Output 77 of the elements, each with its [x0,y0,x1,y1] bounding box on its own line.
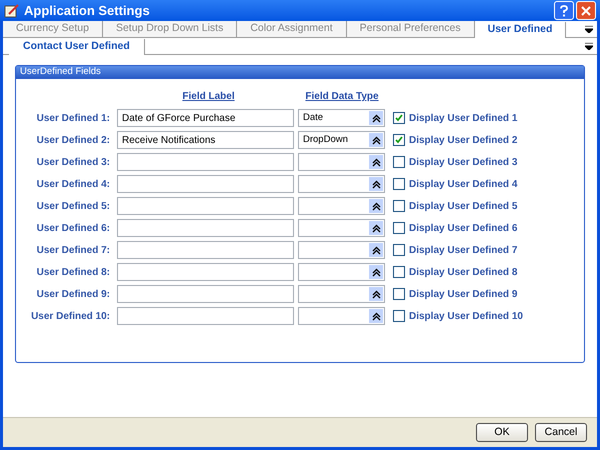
field-label: User Defined 2: [36,134,110,148]
dropdown-caret-icon [372,158,380,166]
dropdown[interactable] [298,307,385,325]
checkbox[interactable] [393,156,405,168]
input-field[interactable] [117,263,294,281]
dropdown-caret-icon [372,290,380,298]
field-label: User Defined 1: [36,112,110,126]
dropdown[interactable] [298,175,385,193]
checkbox[interactable] [393,112,405,124]
dropdown-caret-icon [372,246,380,254]
dropdown[interactable]: DropDown [298,131,385,149]
dropdown[interactable] [298,219,385,237]
checkbox[interactable] [393,178,405,190]
checkbox-label: Display User Defined 2 [409,134,518,148]
field-label: User Defined 6: [36,222,110,236]
scroll-caret-icon [585,43,593,50]
checkbox-label: Display User Defined 7 [409,244,518,258]
input-field[interactable]: Date of GForce Purchase [117,109,294,127]
checkbox[interactable] [393,134,405,146]
close-icon [581,6,591,16]
checkbox-label: Display User Defined 10 [409,310,523,324]
field-label: User Defined 7: [36,244,110,258]
input-field[interactable] [117,219,294,237]
dropdown-caret-icon [372,224,380,232]
checkbox-label: Display User Defined 9 [409,288,518,302]
field-label: User Defined 5: [36,200,110,214]
checkbox[interactable] [393,288,405,300]
window-title: Application Settings [24,2,151,20]
checkbox-label: Display User Defined 5 [409,200,518,214]
dropdown[interactable]: Date [298,109,385,127]
field-label: User Defined 8: [36,266,110,280]
checkmark-icon [395,136,403,144]
dropdown[interactable] [298,263,385,281]
checkbox-label: Display User Defined 8 [409,266,518,280]
dropdown[interactable] [298,285,385,303]
input-field[interactable]: Receive Notifications [117,131,294,149]
input-field[interactable] [117,307,294,325]
close-button[interactable] [576,1,596,20]
dialog-button[interactable]: OK [476,423,528,442]
checkbox[interactable] [393,222,405,234]
dropdown-caret-icon [372,312,380,320]
dropdown[interactable] [298,153,385,171]
dropdown-caret-icon [372,114,380,122]
panel-header: UserDefined Fields [16,66,584,79]
input-field[interactable] [117,285,294,303]
dropdown[interactable] [298,241,385,259]
question-mark-icon [560,4,568,16]
dropdown-caret-icon [372,180,380,188]
field-label: User Defined 3: [36,156,110,170]
column-header: Field Label [181,90,236,104]
checkbox[interactable] [393,310,405,322]
scroll-caret-icon [585,26,593,33]
checkbox-label: Display User Defined 1 [409,112,518,126]
app-icon [4,4,20,18]
checkbox[interactable] [393,266,405,278]
input-field[interactable] [117,197,294,215]
checkmark-icon [395,114,403,122]
input-field[interactable] [117,153,294,171]
input-field[interactable] [117,175,294,193]
dropdown-caret-icon [372,268,380,276]
field-label: User Defined 9: [36,288,110,302]
checkbox[interactable] [393,244,405,256]
input-field[interactable] [117,241,294,259]
checkbox-label: Display User Defined 4 [409,178,518,192]
field-label: User Defined 10: [30,310,110,324]
field-label: User Defined 4: [36,178,110,192]
dropdown-caret-icon [372,136,380,144]
checkbox-label: Display User Defined 3 [409,156,518,170]
tab[interactable]: Contact User Defined [9,39,145,55]
column-header: Field Data Type [304,90,380,104]
tab[interactable]: User Defined [474,22,566,38]
checkbox-label: Display User Defined 6 [409,222,518,236]
dialog-button[interactable]: Cancel [535,423,587,442]
help-button[interactable] [554,1,574,20]
dropdown[interactable] [298,197,385,215]
checkbox[interactable] [393,200,405,212]
dropdown-caret-icon [372,202,380,210]
